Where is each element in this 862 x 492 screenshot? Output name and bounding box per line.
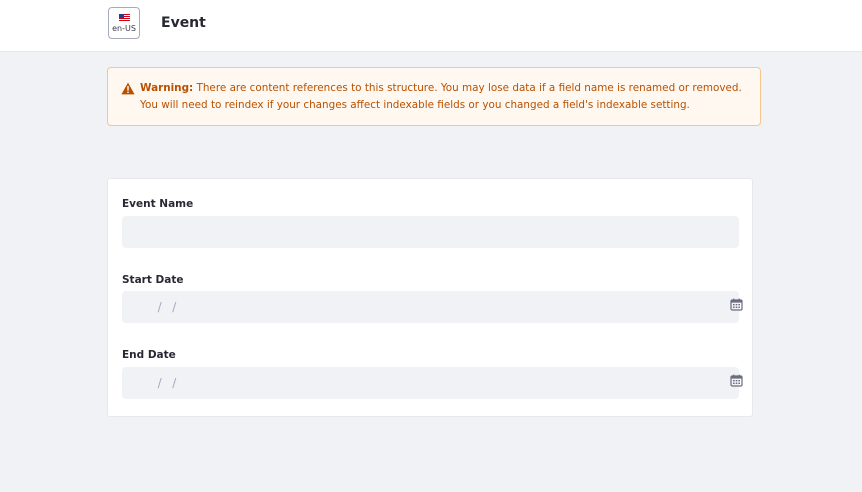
calendar-icon[interactable] bbox=[730, 298, 743, 311]
warning-triangle-icon bbox=[121, 82, 135, 95]
warning-alert: Warning: There are content references to… bbox=[107, 67, 761, 126]
us-flag-icon bbox=[119, 14, 130, 22]
locale-selector-button[interactable]: en-US bbox=[108, 7, 140, 39]
start-date-placeholder: / / bbox=[148, 300, 178, 314]
end-date-input[interactable]: / / bbox=[122, 367, 743, 399]
end-date-placeholder: / / bbox=[148, 376, 178, 390]
alert-body: There are content references to this str… bbox=[140, 82, 742, 111]
page-title: Event bbox=[161, 15, 206, 31]
top-bar: en-US Event bbox=[0, 0, 862, 52]
start-date-label: Start Date bbox=[122, 274, 184, 286]
event-name-label: Event Name bbox=[122, 198, 194, 210]
calendar-icon[interactable] bbox=[730, 374, 743, 387]
alert-title: Warning: bbox=[140, 82, 194, 94]
alert-message: Warning: There are content references to… bbox=[140, 80, 748, 114]
start-date-input[interactable]: / / bbox=[122, 291, 743, 323]
locale-label: en-US bbox=[112, 24, 136, 33]
end-date-label: End Date bbox=[122, 349, 176, 361]
event-name-input[interactable] bbox=[122, 216, 739, 248]
structure-form-card: Event Name Start Date / / End Date / / bbox=[107, 178, 753, 417]
